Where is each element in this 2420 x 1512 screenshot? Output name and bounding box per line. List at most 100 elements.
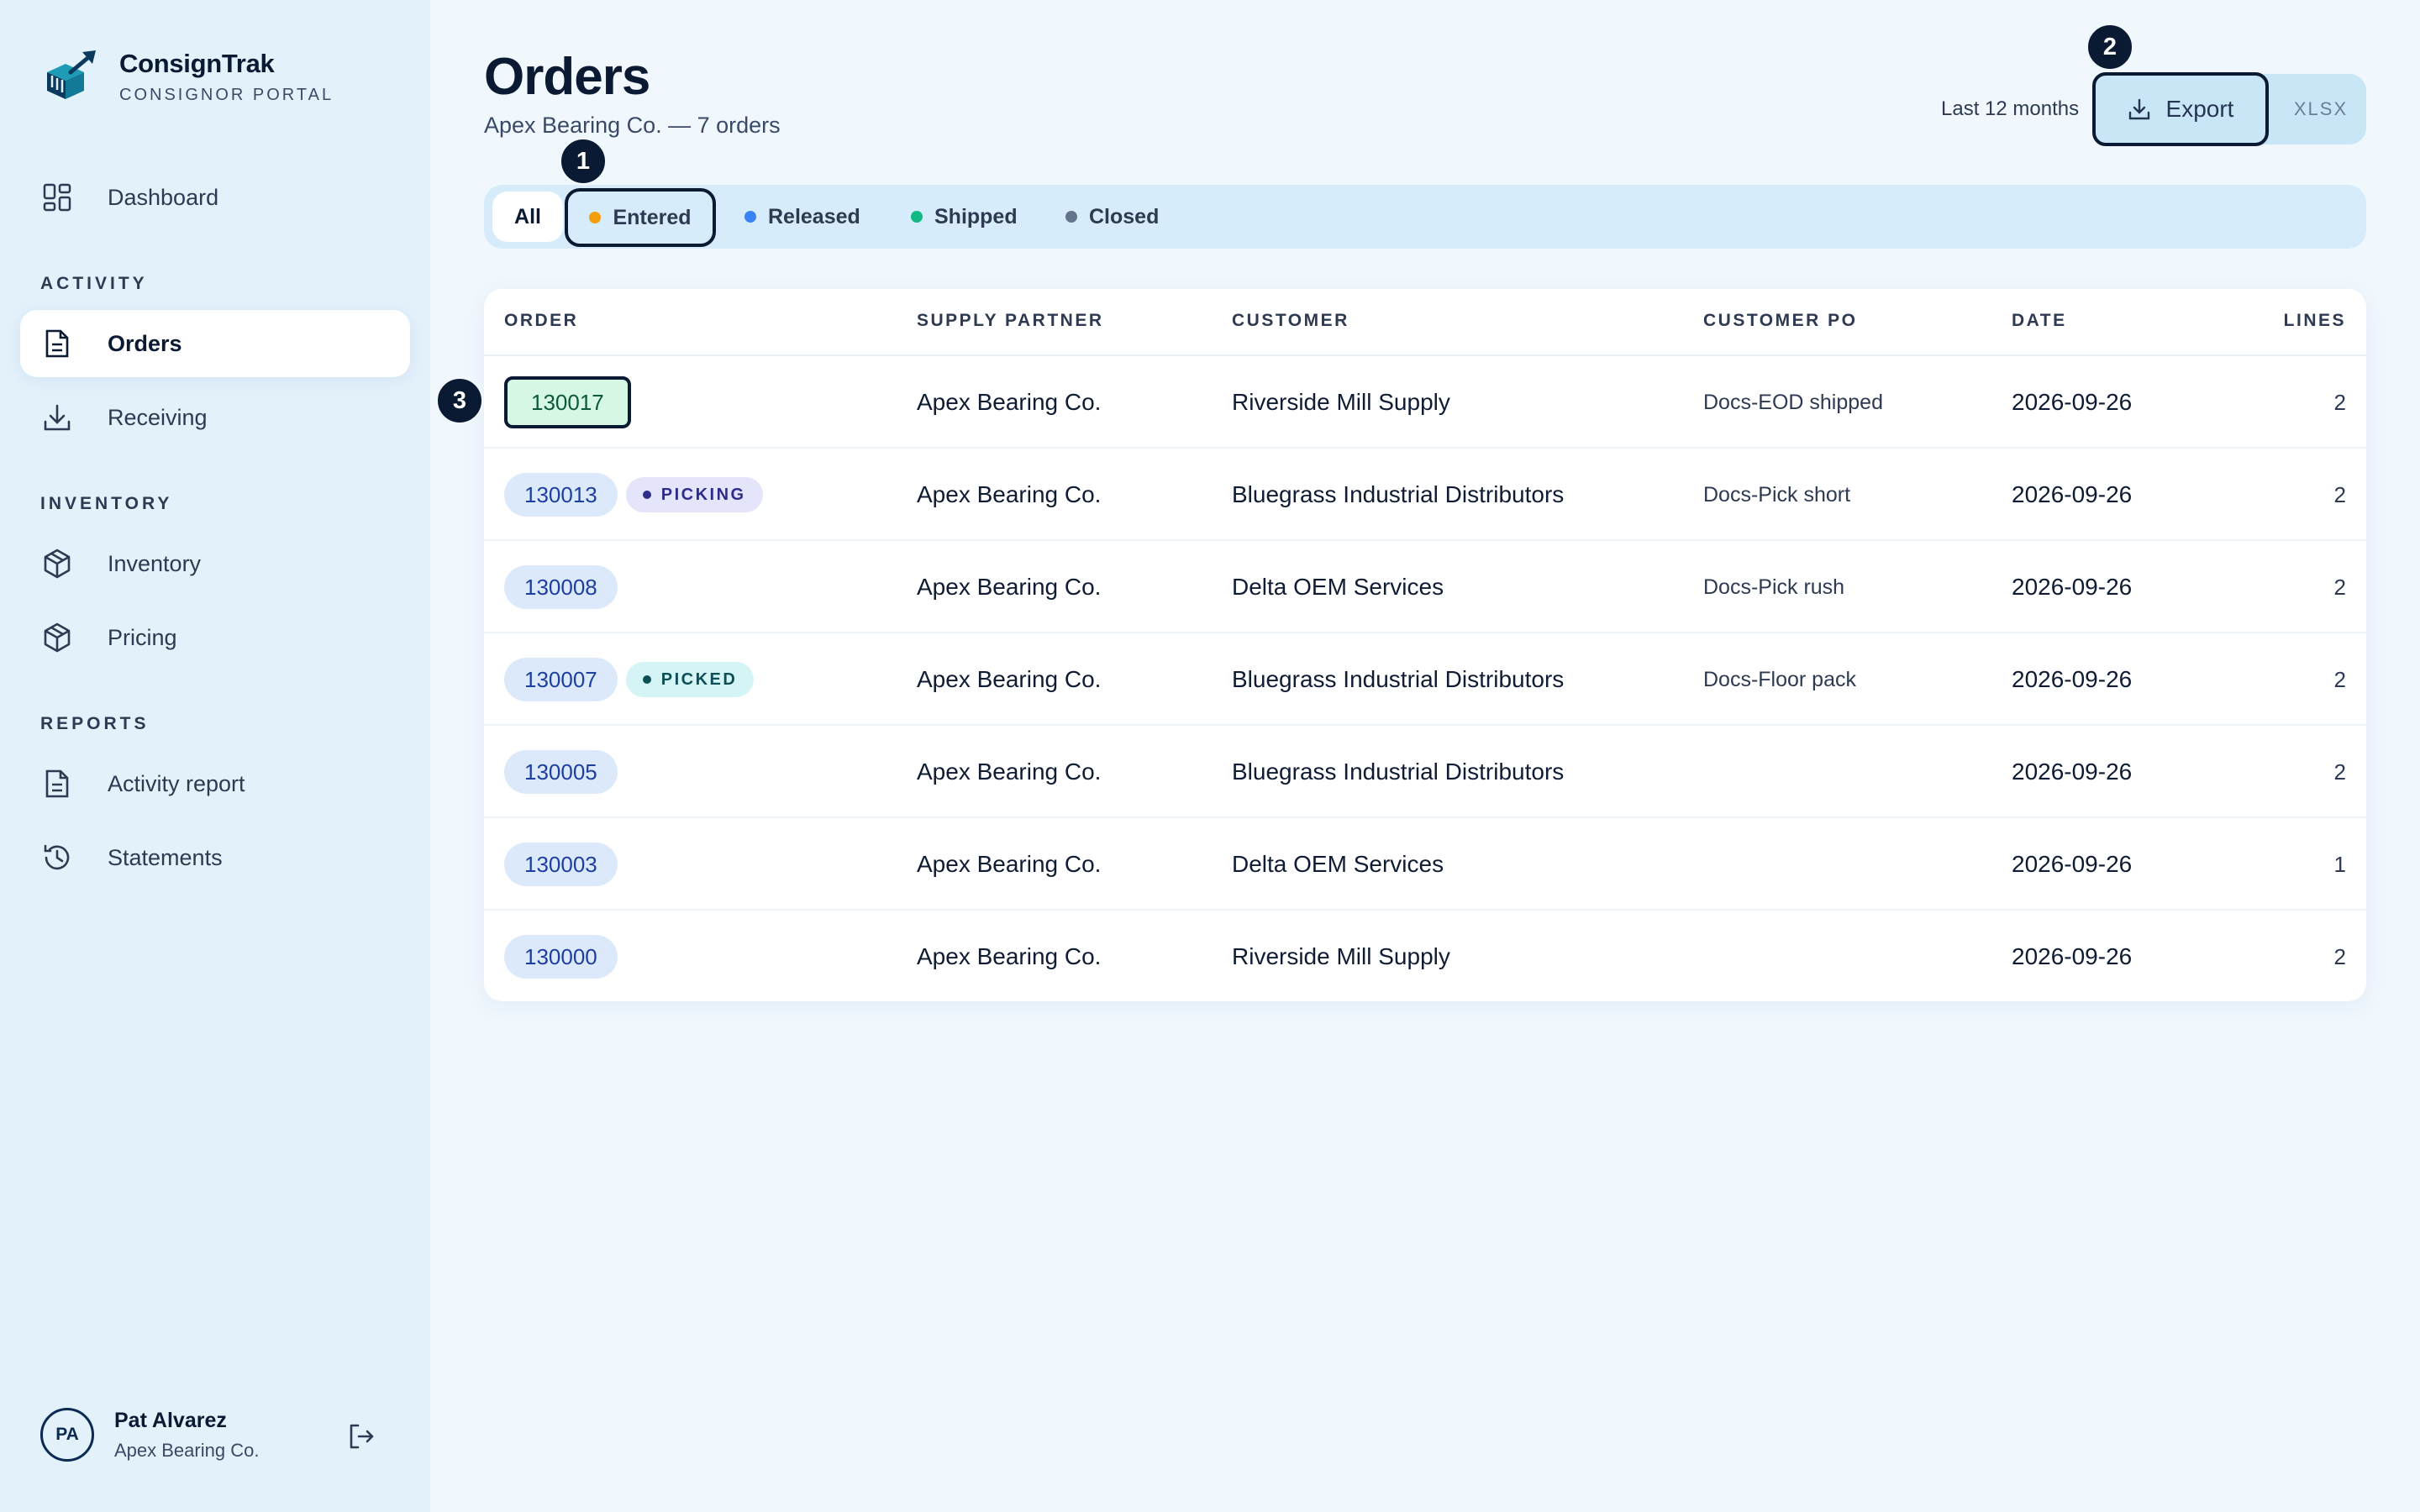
lines-cell: 2 bbox=[2333, 481, 2346, 507]
supply-partner-cell: Apex Bearing Co. bbox=[917, 481, 1102, 507]
order-cell: 130013 PICKING bbox=[504, 449, 763, 541]
column-header-customer[interactable]: CUSTOMER bbox=[1232, 311, 1349, 331]
lines-cell: 2 bbox=[2333, 389, 2346, 415]
document-icon bbox=[40, 767, 74, 801]
date-cell: 2026-09-26 bbox=[2012, 943, 2133, 969]
filter-label: Released bbox=[768, 204, 860, 228]
table-row[interactable]: 130005 Apex Bearing Co. Bluegrass Industri… bbox=[484, 726, 2366, 818]
sidebar-item-label: Statements bbox=[108, 844, 223, 870]
sidebar-item-label: Receiving bbox=[108, 404, 208, 430]
filter-closed[interactable]: Closed bbox=[1044, 192, 1181, 242]
page-title: Orders bbox=[484, 48, 650, 106]
order-id-link[interactable]: 130007 bbox=[504, 658, 618, 701]
filter-label: Closed bbox=[1089, 204, 1160, 228]
order-id-link[interactable]: 130003 bbox=[504, 843, 618, 886]
export-button[interactable]: Export bbox=[2092, 72, 2269, 146]
supply-partner-cell: Apex Bearing Co. bbox=[917, 759, 1102, 785]
sidebar-item-orders[interactable]: Orders bbox=[20, 310, 410, 377]
filter-entered[interactable]: Entered bbox=[565, 188, 716, 247]
order-cell: 130017 bbox=[504, 356, 631, 449]
order-cell: 130000 bbox=[504, 911, 618, 1001]
order-cell: 130003 bbox=[504, 818, 618, 911]
sidebar-item-label: Pricing bbox=[108, 624, 177, 650]
status-dot bbox=[642, 491, 651, 499]
status-dot bbox=[1065, 211, 1077, 223]
customer-cell: Delta OEM Services bbox=[1232, 851, 1444, 877]
table-header: ORDER SUPPLY PARTNER CUSTOMER CUSTOMER P… bbox=[484, 289, 2366, 356]
order-id-link[interactable]: 130008 bbox=[504, 565, 618, 609]
section-label-reports: REPORTS bbox=[40, 714, 150, 733]
sidebar-item-inventory[interactable]: Inventory bbox=[20, 530, 410, 597]
avatar[interactable]: PA bbox=[40, 1408, 94, 1462]
column-header-lines[interactable]: LINES bbox=[2284, 311, 2346, 331]
column-header-date[interactable]: DATE bbox=[2012, 311, 2067, 331]
callout-badge-2: 2 bbox=[2086, 23, 2134, 71]
callout-badge-3: 3 bbox=[435, 376, 484, 425]
brand-subtitle: CONSIGNOR PORTAL bbox=[119, 86, 334, 104]
order-id-link[interactable]: 130017 bbox=[504, 376, 631, 428]
sidebar-item-receiving[interactable]: Receiving bbox=[20, 384, 410, 451]
lines-cell: 2 bbox=[2333, 759, 2346, 785]
table-row[interactable]: 130013 PICKING Apex Bearing Co. Bluegrass I… bbox=[484, 449, 2366, 541]
filter-released[interactable]: Released bbox=[723, 192, 882, 242]
logout-icon[interactable] bbox=[346, 1421, 376, 1452]
sidebar-item-label: Orders bbox=[108, 330, 182, 356]
brand-name: ConsignTrak bbox=[119, 49, 275, 78]
consigntrak-logo-icon bbox=[47, 50, 96, 99]
lines-cell: 2 bbox=[2333, 943, 2346, 969]
table-row[interactable]: 130007 PICKED Apex Bearing Co. Bluegrass In… bbox=[484, 633, 2366, 726]
date-cell: 2026-09-26 bbox=[2012, 574, 2133, 600]
export-label: Export bbox=[2165, 96, 2234, 122]
supply-partner-cell: Apex Bearing Co. bbox=[917, 574, 1102, 600]
table-row[interactable]: 130000 Apex Bearing Co. Riverside Mill Sup… bbox=[484, 911, 2366, 1001]
order-id-link[interactable]: 130013 bbox=[504, 473, 618, 517]
xlsx-format-button[interactable]: XLSX bbox=[2275, 74, 2366, 144]
status-dot bbox=[642, 675, 651, 684]
supply-partner-cell: Apex Bearing Co. bbox=[917, 389, 1102, 415]
page-subtitle: Apex Bearing Co. — 7 orders bbox=[484, 113, 781, 138]
customer-po-cell: Docs-Pick rush bbox=[1703, 575, 1845, 599]
column-header-supply-partner[interactable]: SUPPLY PARTNER bbox=[917, 311, 1104, 331]
sidebar-item-pricing[interactable]: Pricing bbox=[20, 604, 410, 671]
supply-partner-cell: Apex Bearing Co. bbox=[917, 666, 1102, 692]
sidebar-item-statements[interactable]: Statements bbox=[20, 824, 410, 891]
date-cell: 2026-09-26 bbox=[2012, 389, 2133, 415]
history-icon bbox=[40, 841, 74, 874]
order-id-link[interactable]: 130000 bbox=[504, 935, 618, 979]
brand[interactable]: ConsignTrak CONSIGNOR PORTAL bbox=[40, 47, 334, 106]
status-filter-bar: All Entered Released Shipped Closed bbox=[484, 185, 2366, 249]
filter-shipped[interactable]: Shipped bbox=[889, 192, 1039, 242]
customer-po-cell: Docs-Floor pack bbox=[1703, 667, 1856, 691]
customer-cell: Riverside Mill Supply bbox=[1232, 389, 1450, 415]
box-icon bbox=[40, 547, 74, 580]
status-dot bbox=[911, 211, 923, 223]
supply-partner-cell: Apex Bearing Co. bbox=[917, 851, 1102, 877]
download-icon bbox=[40, 401, 74, 434]
column-header-customer-po[interactable]: CUSTOMER PO bbox=[1703, 311, 1857, 331]
column-header-order[interactable]: ORDER bbox=[504, 311, 578, 331]
order-id-link[interactable]: 130005 bbox=[504, 750, 618, 794]
filter-all[interactable]: All bbox=[492, 192, 563, 242]
document-icon bbox=[40, 327, 74, 360]
section-label-inventory: INVENTORY bbox=[40, 494, 173, 513]
user-profile: PA Pat Alvarez Apex Bearing Co. bbox=[40, 1408, 393, 1462]
date-cell: 2026-09-26 bbox=[2012, 759, 2133, 785]
sidebar-item-dashboard[interactable]: Dashboard bbox=[20, 164, 410, 231]
customer-cell: Bluegrass Industrial Distributors bbox=[1232, 666, 1565, 692]
date-range-label[interactable]: Last 12 months bbox=[1941, 97, 2079, 121]
section-label-activity: ACTIVITY bbox=[40, 274, 148, 293]
date-cell: 2026-09-26 bbox=[2012, 666, 2133, 692]
table-row[interactable]: 130017 Apex Bearing Co. Riverside Mill Sup… bbox=[484, 356, 2366, 449]
lines-cell: 1 bbox=[2333, 851, 2346, 877]
table-row[interactable]: 130003 Apex Bearing Co. Delta OEM Services… bbox=[484, 818, 2366, 911]
lines-cell: 2 bbox=[2333, 666, 2346, 692]
callout-badge-1: 1 bbox=[559, 137, 608, 186]
status-label: PICKED bbox=[660, 669, 738, 689]
customer-cell: Bluegrass Industrial Distributors bbox=[1232, 759, 1565, 785]
customer-cell: Bluegrass Industrial Distributors bbox=[1232, 481, 1565, 507]
sidebar-item-activity-report[interactable]: Activity report bbox=[20, 750, 410, 817]
order-cell: 130008 bbox=[504, 541, 618, 633]
filter-label: Entered bbox=[613, 205, 692, 229]
sidebar: ConsignTrak CONSIGNOR PORTAL Dashboard A… bbox=[0, 0, 430, 1512]
table-row[interactable]: 130008 Apex Bearing Co. Delta OEM Services… bbox=[484, 541, 2366, 633]
